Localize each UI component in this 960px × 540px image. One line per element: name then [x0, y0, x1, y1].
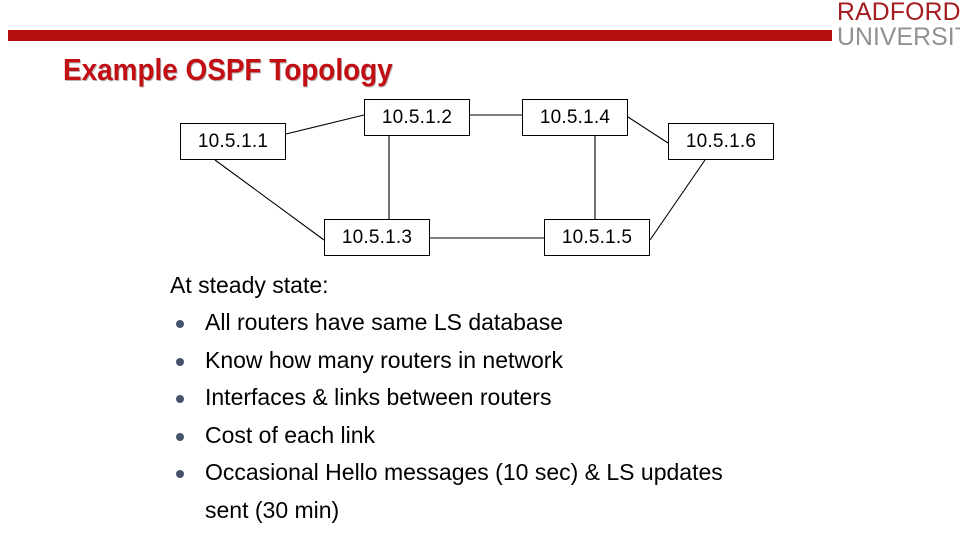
- logo-secondary-text: UNIVERSITY: [837, 23, 960, 51]
- bullet-list: All routers have same LS database Know ho…: [170, 304, 770, 529]
- bullet-dot-icon: [176, 432, 184, 441]
- page-title: Example OSPF Topology: [63, 52, 393, 87]
- list-item: Occasional Hello messages (10 sec) & LS …: [170, 454, 770, 529]
- header-accent-bar: [8, 30, 830, 41]
- router-node-10-5-1-2: 10.5.1.2: [364, 99, 470, 136]
- router-node-10-5-1-4: 10.5.1.4: [522, 99, 628, 136]
- router-node-label: 10.5.1.5: [561, 226, 633, 248]
- list-item-label: Interfaces & links between routers: [205, 384, 552, 410]
- list-item: Interfaces & links between routers: [170, 379, 770, 417]
- router-node-label: 10.5.1.1: [197, 130, 269, 152]
- intro-line: At steady state:: [170, 272, 329, 298]
- list-item-label: Cost of each link: [205, 421, 376, 448]
- bullet-dot-icon: [176, 357, 184, 366]
- radford-university-logo: RADFORD UNIVERSITY: [798, 0, 960, 54]
- topology-link: [214, 159, 325, 241]
- logo-red-mark: [798, 30, 832, 41]
- topology-link: [649, 159, 706, 241]
- content-block: At steady state: All routers have same L…: [170, 270, 770, 529]
- topology-link: [285, 114, 365, 135]
- router-node-10-5-1-5: 10.5.1.5: [544, 219, 650, 256]
- router-node-10-5-1-1: 10.5.1.1: [180, 123, 286, 160]
- list-item: All routers have same LS database: [170, 304, 770, 342]
- router-node-label: 10.5.1.6: [685, 130, 757, 152]
- bullet-dot-icon: [176, 395, 184, 403]
- bullet-dot-icon: [176, 320, 184, 328]
- list-item-label: All routers have same LS database: [205, 309, 563, 335]
- router-node-label: 10.5.1.2: [381, 106, 453, 128]
- router-node-10-5-1-3: 10.5.1.3: [324, 219, 430, 256]
- router-node-10-5-1-6: 10.5.1.6: [668, 123, 774, 160]
- list-item: Know how many routers in network: [170, 342, 770, 380]
- router-node-label: 10.5.1.3: [341, 226, 413, 248]
- list-item-label: Know how many routers in network: [205, 346, 563, 373]
- router-node-label: 10.5.1.4: [539, 106, 611, 128]
- list-item: Cost of each link: [170, 417, 770, 455]
- topology-link: [627, 116, 669, 144]
- bullet-dot-icon: [176, 470, 184, 478]
- list-item-label: Occasional Hello messages (10 sec) & LS …: [205, 459, 723, 523]
